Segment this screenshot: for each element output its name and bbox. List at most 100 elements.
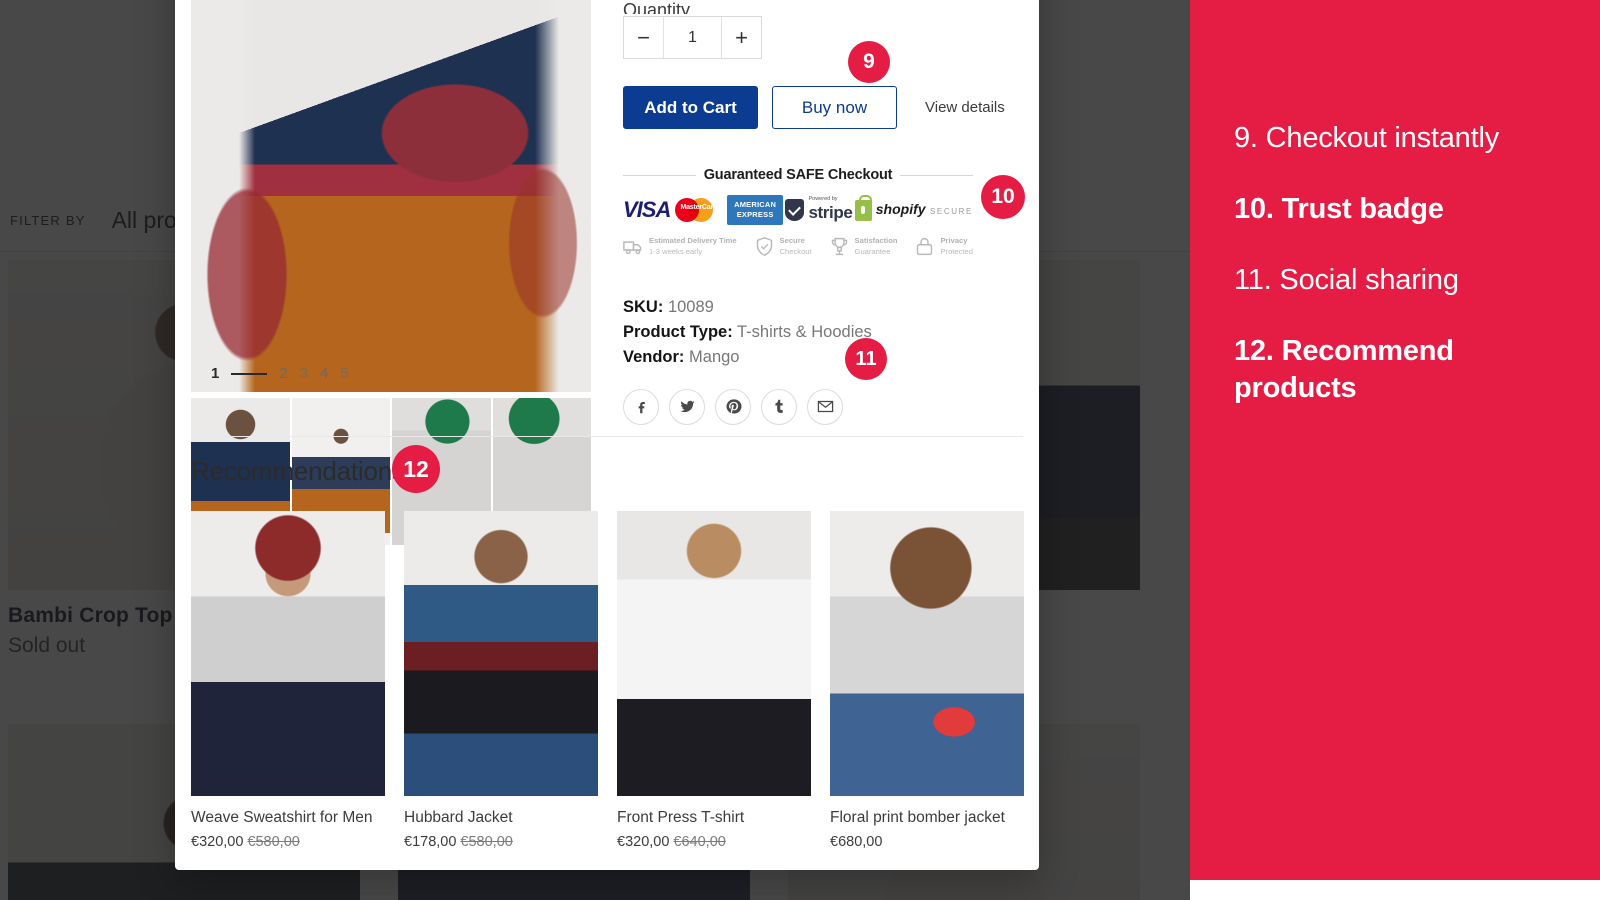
guarantee-sub: Protected	[940, 247, 973, 256]
tumblr-share-button[interactable]	[761, 388, 797, 425]
gallery-pagination: 1 2 3 4 5	[211, 365, 349, 382]
stripe-wordmark: Powered by stripe	[808, 195, 853, 224]
annotation-badge-9: 9	[848, 41, 890, 83]
gallery-page-4[interactable]: 4	[320, 365, 328, 382]
guarantee-text: Estimated Delivery Time 1-3 weeks early	[649, 235, 737, 257]
recommendations-section: Recommendations Weave Sweatshirt for Men…	[191, 456, 1024, 850]
stripe-icon: Powered by stripe	[785, 195, 853, 224]
price-current: €320,00	[191, 833, 244, 850]
annotation-badge-10: 10	[981, 175, 1025, 219]
view-details-link[interactable]: View details	[925, 99, 1005, 116]
meta-row-vendor: Vendor: Mango	[623, 347, 1021, 369]
product-type-label: Product Type:	[623, 322, 733, 341]
add-to-cart-button[interactable]: Add to Cart	[623, 86, 758, 129]
american-express-icon: AMERICAN EXPRESS	[727, 195, 784, 225]
stripe-label: stripe	[808, 203, 853, 223]
shopify-lock-icon	[854, 194, 872, 221]
vendor-label: Vendor:	[623, 347, 685, 366]
price-current: €178,00	[404, 833, 457, 850]
recommendation-name: Floral print bomber jacket	[830, 809, 1005, 826]
guarantee-item: Secure Checkout	[754, 235, 812, 257]
legend-item-12: 12. Recommend products	[1234, 333, 1556, 407]
guarantee-text: Satisfaction Guarantee	[855, 235, 898, 257]
guarantee-sub: 1-3 weeks early	[649, 247, 703, 256]
quantity-increase-button[interactable]: +	[722, 17, 761, 58]
screenshot-root: FILTER BY All produ Bambi Crop Top Sold …	[0, 0, 1600, 900]
shopify-secure-label: SECURE	[930, 207, 973, 216]
legend-text-11: Social sharing	[1279, 264, 1459, 297]
buy-now-button[interactable]: Buy now	[772, 86, 897, 129]
sku-label: SKU:	[623, 298, 664, 316]
gallery-page-5[interactable]: 5	[340, 365, 348, 382]
quick-view-modal: 1 2 3 4 5 Quantity − 1 + Add to Cart Buy…	[175, 0, 1039, 870]
amex-line-1: AMERICAN	[734, 199, 777, 209]
email-share-button[interactable]	[807, 388, 843, 425]
price-compare-at: €640,00	[673, 833, 726, 850]
email-icon	[817, 401, 833, 413]
quantity-input[interactable]: 1	[663, 17, 722, 58]
facebook-icon	[638, 402, 645, 414]
recommendation-image	[617, 511, 811, 796]
shield-check-icon	[756, 236, 772, 256]
facebook-share-button[interactable]	[623, 388, 659, 425]
guarantee-title: Estimated Delivery Time	[649, 236, 737, 245]
recommendation-card[interactable]: Front Press T-shirt €320,00 €640,00	[617, 511, 811, 850]
recommendation-card[interactable]: Weave Sweatshirt for Men €320,00 €580,00	[191, 511, 385, 850]
recommendations-grid: Weave Sweatshirt for Men €320,00 €580,00 …	[191, 511, 1024, 850]
visa-icon: VISA	[623, 197, 671, 222]
recommendations-header: Recommendations	[191, 456, 1023, 487]
product-hero-image[interactable]: 1 2 3 4 5	[191, 0, 591, 392]
legend-number-10: 10.	[1234, 193, 1274, 226]
gallery-page-1[interactable]: 1	[211, 365, 219, 382]
amex-line-2: EXPRESS	[736, 210, 774, 219]
recommendation-image	[830, 511, 1024, 796]
recommendation-card[interactable]: Floral print bomber jacket €680,00	[830, 511, 1024, 850]
twitter-share-button[interactable]	[669, 388, 705, 425]
divider-line	[900, 174, 974, 176]
guarantee-row: Estimated Delivery Time 1-3 weeks early …	[623, 235, 973, 257]
pinterest-share-button[interactable]	[715, 388, 751, 425]
vendor-value: Mango	[689, 347, 740, 366]
trust-badge-block: Guaranteed SAFE Checkout VISA MasterCard…	[623, 167, 974, 257]
stripe-powered-by: Powered by	[808, 195, 838, 202]
divider-line	[623, 174, 696, 176]
social-share-row	[623, 388, 1021, 425]
meta-row-sku: SKU: 10089	[623, 297, 1021, 319]
legend-number-12: 12.	[1234, 335, 1274, 368]
recommendation-price: €680,00	[830, 834, 1024, 850]
meta-row-product-type: Product Type: T-shirts & Hoodies	[623, 322, 1021, 344]
mastercard-label: MasterCard	[680, 204, 717, 211]
price-compare-at: €580,00	[460, 833, 513, 850]
legend-text-9: Checkout instantly	[1265, 122, 1500, 154]
shopify-label: shopify	[875, 201, 926, 217]
guarantee-title: Secure	[779, 236, 805, 245]
legend-number-11: 11.	[1234, 264, 1272, 297]
recommendation-image	[191, 511, 385, 796]
twitter-icon	[679, 401, 695, 413]
quantity-stepper: − 1 +	[623, 16, 762, 59]
annotation-badge-11: 11	[845, 338, 887, 380]
trophy-icon	[831, 237, 847, 255]
gallery-page-3[interactable]: 3	[300, 365, 308, 382]
annotation-badge-12: 12	[392, 445, 440, 493]
trust-badge-heading: Guaranteed SAFE Checkout	[623, 167, 974, 183]
guarantee-item: Satisfaction Guarantee	[829, 235, 898, 257]
padlock-icon	[917, 237, 933, 255]
guarantee-item: Estimated Delivery Time 1-3 weeks early	[623, 235, 737, 257]
pinterest-icon	[725, 399, 741, 414]
recommendation-card[interactable]: Hubbard Jacket €178,00 €580,00	[404, 511, 598, 850]
recommendation-name: Front Press T-shirt	[617, 809, 745, 826]
tumblr-icon	[774, 400, 783, 414]
sku-value: 10089	[667, 298, 714, 316]
quantity-decrease-button[interactable]: −	[624, 17, 663, 58]
recommendation-price: €178,00 €580,00	[404, 834, 598, 850]
guarantee-sub: Guarantee	[854, 247, 891, 256]
product-cta-row: Add to Cart Buy now View details	[623, 86, 1021, 129]
legend-number-9: 9.	[1234, 122, 1258, 154]
guarantee-title: Satisfaction	[854, 236, 898, 245]
shopify-secure-icon: shopify SECURE	[854, 194, 973, 221]
guarantee-sub: Checkout	[779, 247, 812, 256]
gallery-active-indicator	[231, 372, 268, 375]
gallery-page-2[interactable]: 2	[279, 365, 287, 382]
legend-panel-footer	[1190, 880, 1600, 900]
